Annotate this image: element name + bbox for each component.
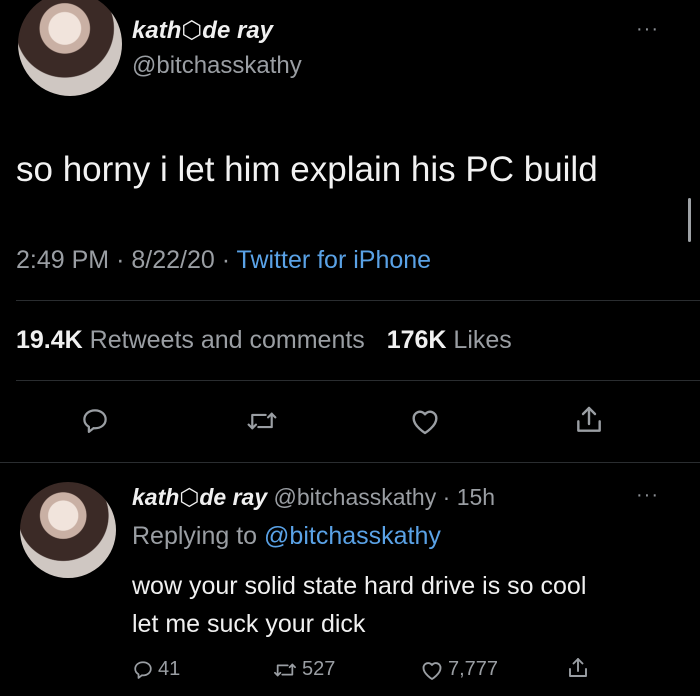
reply-avatar[interactable] (20, 482, 116, 578)
scrollbar[interactable] (688, 198, 691, 242)
timestamp-line: 2:49 PM · 8/22/20 · Twitter for iPhone (16, 246, 431, 275)
replying-to-line: Replying to @bitchasskathy (132, 522, 441, 551)
reply-header: kath⬡de ray @bitchasskathy · 15h (132, 484, 495, 511)
share-icon[interactable] (573, 404, 605, 436)
divider (0, 462, 700, 463)
separator-dot: · (442, 484, 451, 510)
likes-count[interactable]: 176K (387, 326, 447, 354)
divider (16, 380, 700, 381)
likes-label[interactable]: Likes (453, 326, 511, 354)
tweet-source[interactable]: Twitter for iPhone (237, 246, 432, 274)
reply-more-icon[interactable]: ··· (636, 484, 659, 507)
replying-to-handle[interactable]: @bitchasskathy (264, 522, 441, 550)
retweet-icon (272, 659, 298, 681)
retweet-count: 527 (302, 658, 336, 680)
divider (16, 300, 700, 301)
share-icon[interactable] (566, 656, 590, 680)
reply-age[interactable]: 15h (457, 484, 495, 510)
tweet-date[interactable]: 8/22/20 (131, 246, 214, 274)
retweets-label[interactable]: Retweets and comments (90, 326, 365, 354)
reply-author-name[interactable]: kath⬡de ray (132, 484, 267, 510)
reply-icon (132, 659, 154, 681)
retweets-count[interactable]: 19.4K (16, 326, 83, 354)
retweet-icon[interactable] (245, 406, 279, 436)
separator-dot: · (221, 246, 231, 274)
reply-count: 41 (158, 658, 181, 680)
reply-action-like[interactable]: 7,777 (420, 658, 498, 681)
reply-text-line-1: wow your solid state hard drive is so co… (132, 572, 587, 600)
reply-action-retweet[interactable]: 527 (272, 658, 335, 681)
more-icon[interactable]: ··· (636, 18, 659, 41)
author-name[interactable]: kath⬡de ray (132, 16, 273, 45)
reply-text-line-2: let me suck your dick (132, 610, 366, 638)
author-handle[interactable]: @bitchasskathy (132, 52, 302, 80)
like-icon[interactable] (409, 406, 441, 436)
replying-to-prefix: Replying to (132, 522, 258, 550)
like-icon (420, 659, 444, 681)
tweet-time[interactable]: 2:49 PM (16, 246, 109, 274)
tweet-text: so horny i let him explain his PC build (16, 150, 598, 189)
stats-line: 19.4K Retweets and comments 176K Likes (16, 326, 512, 355)
avatar[interactable] (18, 0, 122, 96)
reply-author-handle[interactable]: @bitchasskathy (274, 484, 437, 510)
separator-dot: · (116, 246, 125, 274)
reply-action-reply[interactable]: 41 (132, 658, 180, 681)
reply-icon[interactable] (80, 406, 110, 436)
like-count: 7,777 (448, 658, 499, 680)
